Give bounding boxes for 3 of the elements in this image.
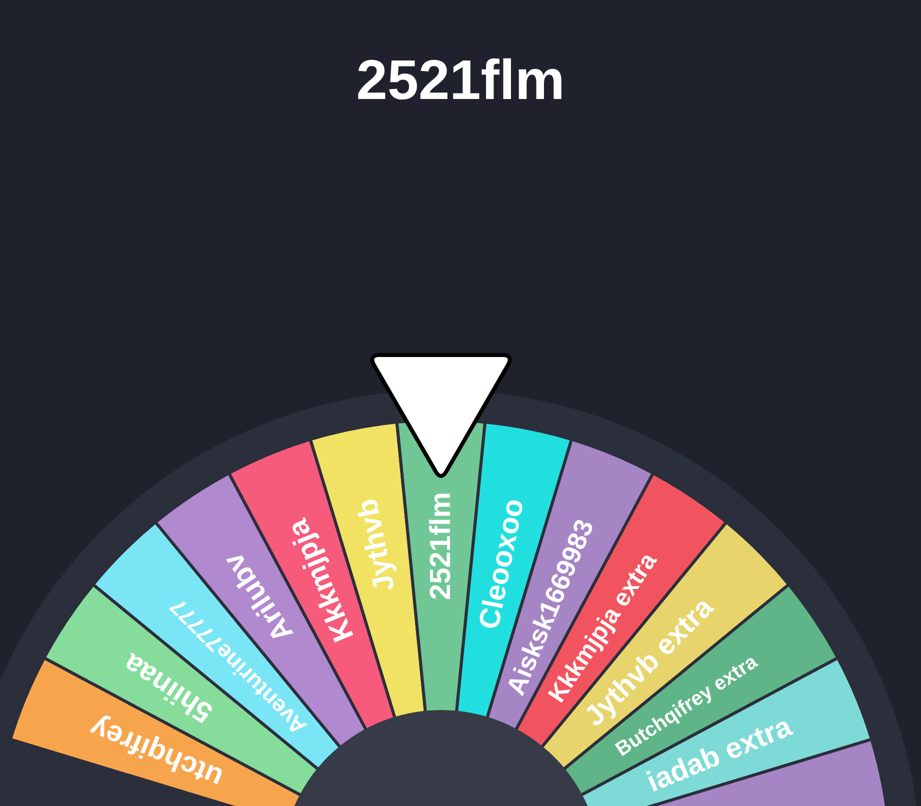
result-title: 2521flm xyxy=(356,47,565,113)
segment-label: 2521flm xyxy=(425,492,457,600)
segment-label: Jythvb xyxy=(352,496,402,594)
